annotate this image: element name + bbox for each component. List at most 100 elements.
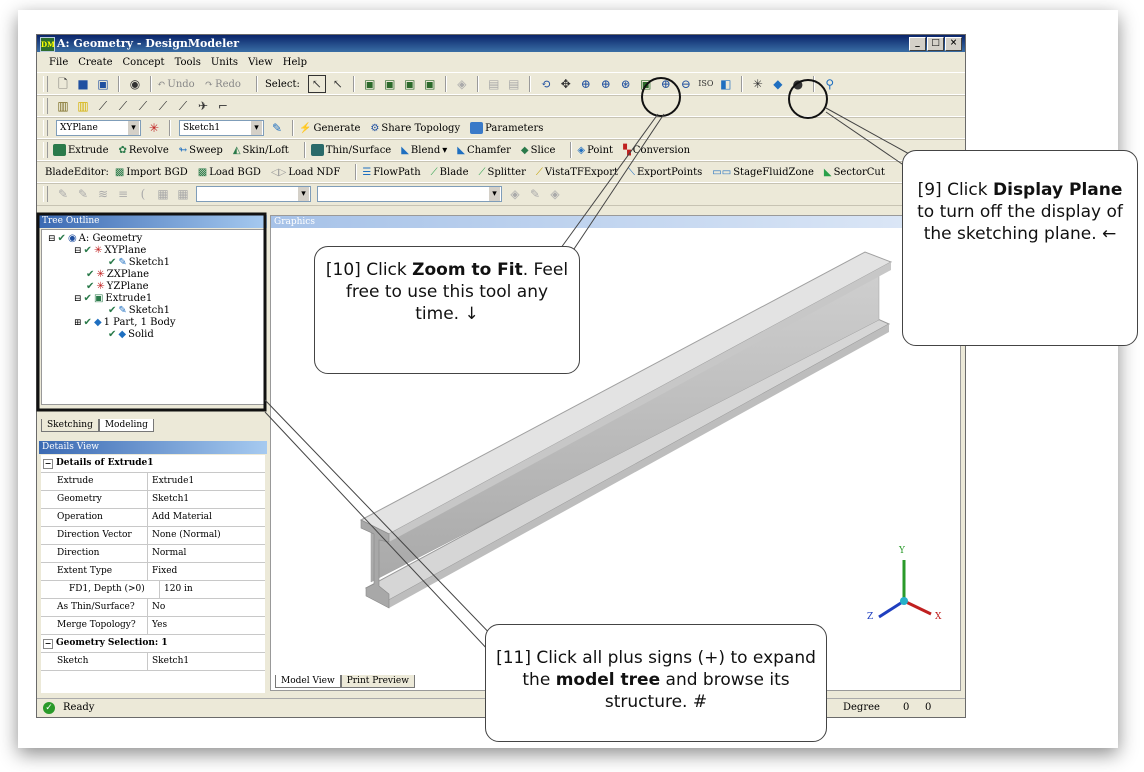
menu-file[interactable]: File — [49, 57, 68, 68]
details-row[interactable]: Geometry Sketch1 — [41, 491, 265, 509]
misc-tool-1-icon[interactable]: ◈ — [507, 186, 523, 202]
select-edges-icon[interactable]: ▣ — [382, 76, 398, 92]
revolve-button[interactable]: ✿ Revolve — [119, 145, 169, 156]
select-bodies-icon[interactable]: ▣ — [422, 76, 438, 92]
flowpath-button[interactable]: ☰ FlowPath — [362, 167, 420, 178]
sectorcut-button[interactable]: ◣ SectorCut — [824, 167, 885, 178]
details-row[interactable]: Sketch Sketch1 — [41, 653, 265, 671]
tab-print-preview[interactable]: Print Preview — [340, 675, 415, 688]
details-row[interactable]: Direction Vector None (Normal) — [41, 527, 265, 545]
pan-icon[interactable]: ✥ — [558, 76, 574, 92]
tab-model-view[interactable]: Model View — [275, 675, 341, 688]
select-mode-icon[interactable]: ↖ — [307, 75, 326, 93]
extend-select-icon[interactable]: ◈ — [454, 76, 470, 92]
menu-create[interactable]: Create — [78, 57, 112, 68]
stagefluid-button[interactable]: ▭▭ StageFluidZone — [712, 167, 814, 178]
display-plane-icon[interactable]: ✳ — [750, 76, 766, 92]
plane-offset-icon[interactable]: ⟋ — [175, 98, 191, 114]
color-icon[interactable]: ▥ — [55, 98, 71, 114]
chamfer-button[interactable]: ◣ Chamfer — [457, 145, 511, 156]
details-row[interactable]: Extrude Extrude1 — [41, 473, 265, 491]
load-bgd-button[interactable]: ▩ Load BGD — [198, 167, 261, 178]
plane-from-line-icon[interactable]: ⟋ — [155, 98, 171, 114]
select-points-icon[interactable]: ▣ — [362, 76, 378, 92]
details-row[interactable]: Direction Normal — [41, 545, 265, 563]
plane-flag-icon[interactable]: ⌐ — [215, 98, 231, 114]
menu-help[interactable]: Help — [283, 57, 307, 68]
rotate-icon[interactable]: ⟲ — [538, 76, 554, 92]
plane-from-face-icon[interactable]: ⟋ — [115, 98, 131, 114]
sketch-tool-6-icon[interactable]: ▦ — [155, 186, 171, 202]
misc-select-2[interactable] — [317, 186, 502, 202]
zoom-out-icon[interactable]: ⊖ — [678, 76, 694, 92]
tree-node-sketch1[interactable]: ✔ ✎ Sketch1 — [108, 257, 170, 268]
magnifier-icon[interactable]: ▣ — [638, 76, 654, 92]
sketch-tool-2-icon[interactable]: ✎ — [75, 186, 91, 202]
menu-tools[interactable]: Tools — [175, 57, 201, 68]
conversion-button[interactable]: ▚ Conversion — [623, 145, 690, 156]
new-plane-icon[interactable]: ⟋ — [95, 98, 111, 114]
sketch-tool-1-icon[interactable]: ✎ — [55, 186, 71, 202]
sketch-tool-7-icon[interactable]: ▦ — [175, 186, 191, 202]
menu-view[interactable]: View — [248, 57, 273, 68]
zoom-to-fit-icon[interactable]: ⊛ — [618, 76, 634, 92]
details-row[interactable]: Extent Type Fixed — [41, 563, 265, 581]
point-marker-icon[interactable]: ● — [790, 76, 806, 92]
tree-node-geometry[interactable]: ⊟ ✔ ◉ A: Geometry — [48, 233, 142, 244]
menu-concept[interactable]: Concept — [123, 57, 165, 68]
pin-icon[interactable]: ✈ — [195, 98, 211, 114]
splitter-button[interactable]: ⟋ Splitter — [478, 167, 525, 178]
details-row-depth[interactable]: FD1, Depth (>0) 120 in — [41, 581, 265, 599]
details-section-extrude[interactable]: − Details of Extrude1 — [41, 455, 265, 473]
details-row[interactable]: As Thin/Surface? No — [41, 599, 265, 617]
close-button[interactable]: × — [945, 37, 962, 51]
tree-node-zxplane[interactable]: ✔ ✳ ZXPlane — [86, 269, 149, 280]
box-zoom-icon[interactable]: ⊕ — [598, 76, 614, 92]
misc-select-1[interactable] — [196, 186, 311, 202]
highlight-icon[interactable]: ▥ — [75, 98, 91, 114]
plane-from-point-icon[interactable]: ⟋ — [135, 98, 151, 114]
screenshot-icon[interactable]: ◉ — [127, 76, 143, 92]
blend-button[interactable]: ◣ Blend ▾ — [401, 145, 447, 156]
look-at-icon[interactable]: ◧ — [718, 76, 734, 92]
redo-button[interactable]: ↷ Redo — [205, 79, 241, 90]
box-select-icon[interactable]: ▤ — [486, 76, 502, 92]
select-faces-icon[interactable]: ▣ — [402, 76, 418, 92]
tree-node-xyplane[interactable]: ⊟ ✔ ✳ XYPlane — [74, 245, 146, 256]
save-icon[interactable]: ■ — [75, 76, 91, 92]
zoom-icon[interactable]: ⊕ — [578, 76, 594, 92]
vistatf-button[interactable]: ⟋ VistaTFExport — [536, 167, 618, 178]
blade-button[interactable]: ⟋ Blade — [431, 167, 469, 178]
tree-node-extrude1[interactable]: ⊟ ✔ ▣ Extrude1 — [74, 293, 152, 304]
export-icon[interactable]: ▣ — [95, 76, 111, 92]
new-sketch-icon[interactable]: ✎ — [269, 120, 285, 136]
slice-button[interactable]: ◆ Slice — [521, 145, 555, 156]
import-bgd-button[interactable]: ▩ Import BGD — [115, 167, 188, 178]
tree-node-parts[interactable]: ⊞ ✔ ◆ 1 Part, 1 Body — [74, 317, 176, 328]
parameters-button[interactable]: Parameters — [470, 122, 543, 134]
tab-sketching[interactable]: Sketching — [41, 419, 99, 432]
menu-units[interactable]: Units — [211, 57, 238, 68]
new-icon[interactable]: 🗋 — [55, 76, 71, 92]
minimize-button[interactable]: _ — [909, 37, 926, 51]
load-ndf-button[interactable]: ◁▷ Load NDF — [271, 167, 340, 178]
plane-select[interactable]: XYPlane — [56, 120, 141, 136]
details-row[interactable]: Operation Add Material — [41, 509, 265, 527]
new-plane-axis-icon[interactable]: ✳ — [146, 120, 162, 136]
extrude-button[interactable]: Extrude — [53, 144, 109, 156]
generate-button[interactable]: ⚡ Generate — [299, 123, 360, 134]
maximize-button[interactable]: □ — [927, 37, 944, 51]
sweep-button[interactable]: ↬ Sweep — [179, 145, 223, 156]
sketch-tool-5-icon[interactable]: ( — [135, 186, 151, 202]
paint-select-icon[interactable]: ▤ — [506, 76, 522, 92]
tree-node-yzplane[interactable]: ✔ ✳ YZPlane — [86, 281, 149, 292]
zoom-in-icon[interactable]: ⊕ — [658, 76, 674, 92]
undo-button[interactable]: ↶ Undo — [157, 79, 195, 90]
parameters-toggle-icon[interactable]: ⚲ — [822, 76, 838, 92]
sketch-select[interactable]: Sketch1 — [179, 120, 264, 136]
details-row[interactable]: Merge Topology? Yes — [41, 617, 265, 635]
sketch-tool-4-icon[interactable]: ≡ — [115, 186, 131, 202]
tree-node-solid[interactable]: ✔ ◆ Solid — [108, 329, 154, 340]
tab-modeling[interactable]: Modeling — [98, 419, 154, 432]
misc-tool-3-icon[interactable]: ◈ — [547, 186, 563, 202]
